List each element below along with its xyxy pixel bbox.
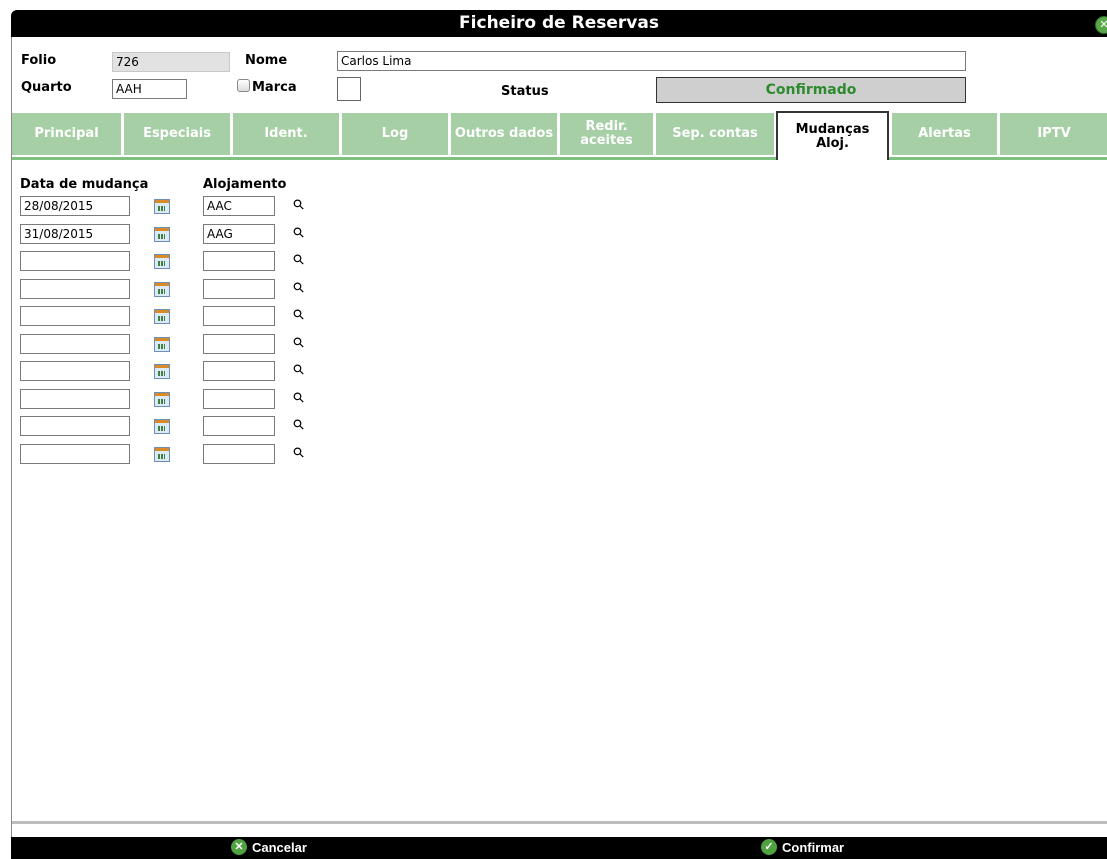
alojamento-field[interactable] (203, 361, 275, 381)
tab-outros-dados[interactable]: Outros dados (451, 113, 557, 155)
alojamento-field[interactable] (203, 306, 275, 326)
alojamento-field[interactable] (203, 389, 275, 409)
change-date-field[interactable] (20, 361, 130, 381)
calendar-icon[interactable] (154, 337, 170, 352)
calendar-icon[interactable] (154, 392, 170, 407)
change-date-field[interactable] (20, 196, 130, 216)
tab-principal[interactable]: Principal (12, 113, 121, 155)
search-icon[interactable]: ⚲ (290, 196, 309, 215)
window-title: Ficheiro de Reservas (459, 13, 659, 33)
alojamento-field[interactable] (203, 416, 275, 436)
nome-label: Nome (245, 53, 288, 68)
cancel-button[interactable]: ✕ Cancelar (231, 839, 307, 855)
quarto-label: Quarto (21, 80, 72, 95)
calendar-icon[interactable] (154, 447, 170, 462)
date-column-header: Data de mudança (20, 177, 149, 192)
search-icon[interactable]: ⚲ (290, 279, 309, 298)
change-date-field[interactable] (20, 224, 130, 244)
calendar-icon[interactable] (154, 227, 170, 242)
search-icon[interactable]: ⚲ (290, 251, 309, 270)
alojamento-field[interactable] (203, 196, 275, 216)
search-icon[interactable]: ⚲ (290, 416, 309, 435)
tab-alertas[interactable]: Alertas (892, 113, 997, 155)
tab-ident[interactable]: Ident. (233, 113, 339, 155)
change-date-field[interactable] (20, 444, 130, 464)
change-date-field[interactable] (20, 251, 130, 271)
tab-redir-aceites[interactable]: Redir. aceites (560, 113, 653, 155)
cancel-label: Cancelar (252, 839, 307, 855)
window-titlebar: Ficheiro de Reservas ✕ (11, 10, 1107, 37)
alojamento-field[interactable] (203, 334, 275, 354)
search-icon[interactable]: ⚲ (290, 361, 309, 380)
tab-sep-contas[interactable]: Sep. contas (656, 113, 774, 155)
change-date-field[interactable] (20, 389, 130, 409)
change-date-field[interactable] (20, 306, 130, 326)
status-value: Confirmado (656, 77, 966, 103)
search-icon[interactable]: ⚲ (290, 334, 309, 353)
footer-bar: ✕ Cancelar ✓ Confirmar (11, 837, 1107, 859)
calendar-icon[interactable] (154, 199, 170, 214)
change-date-field[interactable] (20, 416, 130, 436)
search-icon[interactable]: ⚲ (290, 389, 309, 408)
tab-especiais[interactable]: Especiais (124, 113, 230, 155)
confirm-label: Confirmar (782, 839, 845, 855)
tab-iptv[interactable]: IPTV (1000, 113, 1107, 155)
nome-field[interactable] (337, 51, 966, 71)
alojamento-field[interactable] (203, 224, 275, 244)
search-icon[interactable]: ⚲ (290, 306, 309, 325)
confirm-button[interactable]: ✓ Confirmar (761, 839, 844, 855)
color-box[interactable] (337, 77, 361, 101)
alojamento-field[interactable] (203, 251, 275, 271)
bottom-divider (12, 821, 1107, 824)
tab-log[interactable]: Log (342, 113, 448, 155)
close-icon[interactable]: ✕ (1095, 16, 1107, 34)
change-date-field[interactable] (20, 334, 130, 354)
tab-bar: Principal Especiais Ident. Log Outros da… (12, 111, 1107, 160)
calendar-icon[interactable] (154, 364, 170, 379)
marca-checkbox[interactable] (237, 79, 250, 92)
search-icon[interactable]: ⚲ (290, 444, 309, 463)
cancel-icon: ✕ (231, 839, 247, 855)
tab-mudancas-aloj[interactable]: Mudanças Aloj. (776, 111, 889, 160)
calendar-icon[interactable] (154, 254, 170, 269)
calendar-icon[interactable] (154, 419, 170, 434)
reservation-dialog: Folio Nome Quarto Marca Status Confirmad… (11, 37, 1107, 837)
marca-label: Marca (252, 80, 297, 95)
search-icon[interactable]: ⚲ (290, 224, 309, 243)
alojamento-field[interactable] (203, 444, 275, 464)
alojamento-field[interactable] (203, 279, 275, 299)
calendar-icon[interactable] (154, 282, 170, 297)
check-icon: ✓ (761, 839, 777, 855)
quarto-field[interactable] (112, 79, 187, 99)
folio-field (112, 52, 230, 72)
alojamento-column-header: Alojamento (203, 177, 287, 192)
calendar-icon[interactable] (154, 309, 170, 324)
change-date-field[interactable] (20, 279, 130, 299)
folio-label: Folio (21, 53, 57, 68)
status-label: Status (501, 84, 549, 99)
